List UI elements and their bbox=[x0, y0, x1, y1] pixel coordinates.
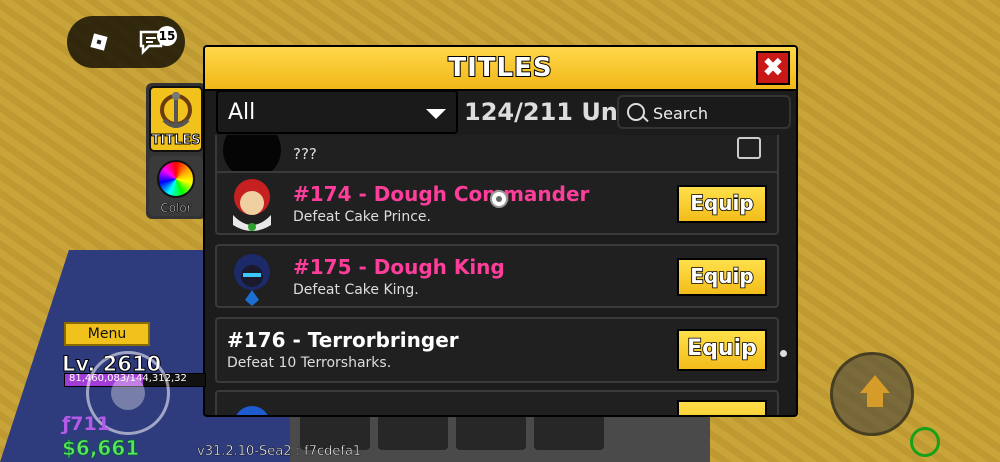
version-text: v31.2.10-Sea2 : f7cdefa1 bbox=[197, 444, 362, 459]
search-box[interactable] bbox=[617, 95, 791, 129]
jump-button[interactable] bbox=[830, 352, 914, 436]
title-description: Defeat 10 Terrorsharks. bbox=[227, 355, 392, 371]
dough-king-portrait bbox=[234, 254, 270, 306]
fragments-count: ƒ711 bbox=[62, 413, 110, 435]
title-description: Defeat Cake Prince. bbox=[293, 209, 431, 225]
search-input[interactable] bbox=[651, 101, 785, 125]
color-wheel-icon bbox=[157, 160, 195, 198]
equip-button[interactable]: Equip bbox=[677, 258, 767, 296]
up-arrow-icon bbox=[860, 375, 890, 393]
checkbox-icon[interactable] bbox=[737, 137, 761, 159]
list-item: #175 - Dough King Defeat Cake King. Equi… bbox=[215, 244, 779, 308]
equip-button[interactable]: Equip bbox=[677, 329, 767, 371]
title-description: Defeat Cake King. bbox=[293, 282, 419, 298]
chevron-down-icon bbox=[426, 109, 446, 119]
titles-panel: TITLES ✖ All 124/211 Unlocked ??? #174 -… bbox=[203, 45, 798, 417]
side-tabs: TITLES Color bbox=[146, 83, 206, 219]
title-name: #174 - Dough Commander bbox=[293, 182, 590, 206]
settings-icon[interactable] bbox=[910, 427, 940, 457]
tab-color[interactable]: Color bbox=[149, 156, 203, 216]
equip-button[interactable] bbox=[677, 400, 767, 415]
chat-badge: 15 bbox=[157, 26, 177, 46]
cursor-icon bbox=[490, 190, 508, 208]
anchor-helm-icon bbox=[160, 92, 192, 128]
up-arrow-stem bbox=[867, 393, 883, 407]
tab-titles[interactable]: TITLES bbox=[149, 86, 203, 152]
close-button[interactable]: ✖ bbox=[756, 51, 790, 85]
panel-title: TITLES bbox=[447, 52, 553, 84]
panel-header: TITLES ✖ bbox=[205, 47, 796, 91]
list-item bbox=[215, 390, 779, 415]
menu-button[interactable]: Menu bbox=[64, 322, 150, 346]
close-icon: ✖ bbox=[762, 53, 784, 83]
dough-commander-portrait bbox=[233, 179, 271, 231]
title-name: ??? bbox=[293, 145, 317, 163]
roblox-logo-icon[interactable] bbox=[89, 32, 109, 52]
tab-label: Color bbox=[160, 201, 192, 216]
filter-value: All bbox=[228, 100, 256, 125]
search-icon bbox=[627, 103, 645, 121]
title-portrait bbox=[236, 406, 268, 415]
title-name: #175 - Dough King bbox=[293, 255, 505, 279]
top-left-menu: 15 bbox=[67, 16, 185, 68]
title-name: #176 - Terrorbringer bbox=[227, 328, 459, 352]
list-item: #176 - Terrorbringer Defeat 10 Terrorsha… bbox=[215, 317, 779, 383]
filter-dropdown[interactable]: All bbox=[216, 90, 458, 134]
tab-label: TITLES bbox=[151, 133, 201, 149]
money-count: $6,661 bbox=[62, 436, 140, 461]
equip-button[interactable]: Equip bbox=[677, 185, 767, 223]
titles-list: ??? #174 - Dough Commander Defeat Cake P… bbox=[215, 135, 780, 415]
scroll-dot bbox=[780, 350, 787, 357]
joystick-knob[interactable] bbox=[111, 376, 145, 410]
